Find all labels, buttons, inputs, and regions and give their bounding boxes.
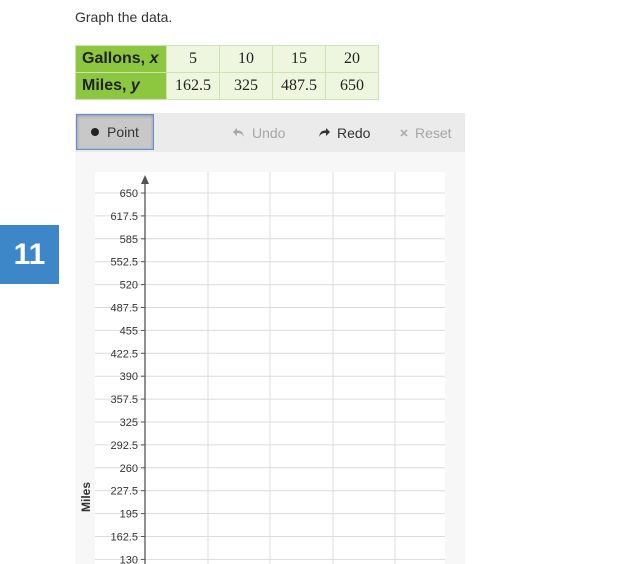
y-tick-label: 520 [120,280,138,292]
y-tick-label: 357.5 [110,394,138,406]
question-number-badge: 11 [0,225,59,284]
reset-icon [400,128,408,137]
y-tick-label: 585 [120,234,138,246]
table-cell: 15 [272,45,326,73]
table-cell: 487.5 [272,72,326,100]
y-tick-label: 617.5 [110,211,138,223]
row-header-gallons: Gallons, x [75,45,167,73]
reset-label: Reset [415,124,452,141]
undo-label: Undo [252,124,286,141]
table-row-gallons: Gallons, x 5 10 15 20 [75,45,379,73]
undo-icon [233,127,244,137]
table-cell: 325 [219,72,273,100]
y-tick-label: 130 [120,554,138,564]
y-tick-label: 390 [120,371,138,383]
table-row-miles: Miles, y 162.5 325 487.5 650 [75,72,379,100]
row-header-miles: Miles, y [75,72,167,100]
table-cell: 162.5 [166,72,220,100]
point-tool-button[interactable]: Point [76,114,154,150]
y-tick-label: 455 [120,325,138,337]
redo-button[interactable]: Redo [317,113,370,152]
table-cell: 650 [325,72,379,100]
y-tick-label: 552.5 [110,257,138,269]
y-tick-label: 162.5 [110,532,138,544]
y-tick-label: 227.5 [110,486,138,498]
y-tick-label: 487.5 [110,303,138,315]
reset-button[interactable]: Reset [399,113,452,152]
point-tool-label: Point [107,124,139,140]
y-tick-label: 195 [120,509,138,521]
point-icon [91,128,100,136]
y-tick-label: 422.5 [110,348,138,360]
question-prompt: Graph the data. [75,9,173,25]
graph-svg[interactable]: 650 617.5 585 552.5 520 487.5 455 422.5 390 357.5… [75,152,465,564]
y-tick-label: 650 [120,188,138,200]
y-tick-label: 260 [120,463,138,475]
redo-label: Redo [337,124,371,141]
table-cell: 20 [325,45,379,73]
y-axis-label: Miles [79,482,93,512]
table-cell: 10 [219,45,273,73]
table-cell: 5 [166,45,220,73]
data-table: Gallons, x 5 10 15 20 Miles, y 162.5 325… [75,45,379,100]
undo-button[interactable]: Undo [232,113,285,152]
redo-icon [319,127,330,137]
y-tick-label: 292.5 [110,440,138,452]
y-tick-label: 325 [120,417,138,429]
graph-canvas[interactable]: 650 617.5 585 552.5 520 487.5 455 422.5 390 357.5… [75,152,465,564]
graph-toolbar: Point Undo Redo Reset [75,113,465,152]
